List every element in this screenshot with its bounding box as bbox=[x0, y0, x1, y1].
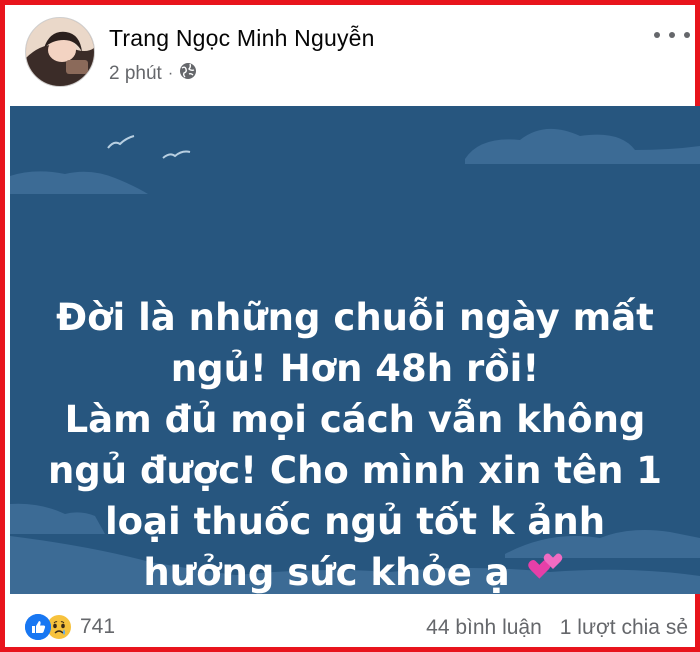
reaction-count: 741 bbox=[80, 615, 116, 638]
post-line-last: hưởng sức khỏe ạ bbox=[10, 547, 700, 594]
post-line: Đời là những chuỗi ngày mất bbox=[56, 296, 654, 339]
meta-separator: · bbox=[167, 65, 174, 82]
shares-count[interactable]: 1 lượt chia sẻ bbox=[560, 616, 688, 640]
comments-count[interactable]: 44 bình luận bbox=[426, 616, 542, 640]
post-line: ngủ! Hơn 48h rồi! bbox=[170, 347, 540, 390]
more-options-icon[interactable] bbox=[654, 25, 690, 45]
post-line-text: hưởng sức khỏe ạ bbox=[143, 551, 510, 594]
two-hearts-icon bbox=[527, 549, 567, 594]
like-icon bbox=[25, 614, 51, 640]
post-content: Đời là những chuỗi ngày mất ngủ! Hơn 48h… bbox=[10, 106, 700, 594]
reactions-summary[interactable]: 741 bbox=[25, 614, 115, 640]
post-meta: 2 phút · bbox=[109, 62, 197, 86]
post-line: Làm đủ mọi cách vẫn không bbox=[64, 398, 646, 441]
author-name[interactable]: Trang Ngọc Minh Nguyễn bbox=[109, 25, 375, 52]
post-stats: 44 bình luận 1 lượt chia sẻ bbox=[426, 616, 688, 640]
post-line: loại thuốc ngủ tốt k ảnh bbox=[104, 500, 606, 543]
globe-icon[interactable] bbox=[179, 62, 197, 86]
post-card: Trang Ngọc Minh Nguyễn 2 phút · Đời là n… bbox=[0, 0, 700, 652]
post-line: ngủ được! Cho mình xin tên 1 bbox=[47, 449, 663, 492]
post-message: Đời là những chuỗi ngày mất ngủ! Hơn 48h… bbox=[10, 292, 700, 594]
post-footer: 741 44 bình luận 1 lượt chia sẻ bbox=[25, 611, 690, 647]
avatar[interactable] bbox=[25, 17, 95, 87]
post-header: Trang Ngọc Minh Nguyễn 2 phút · bbox=[25, 15, 690, 95]
post-time[interactable]: 2 phút bbox=[109, 63, 162, 85]
